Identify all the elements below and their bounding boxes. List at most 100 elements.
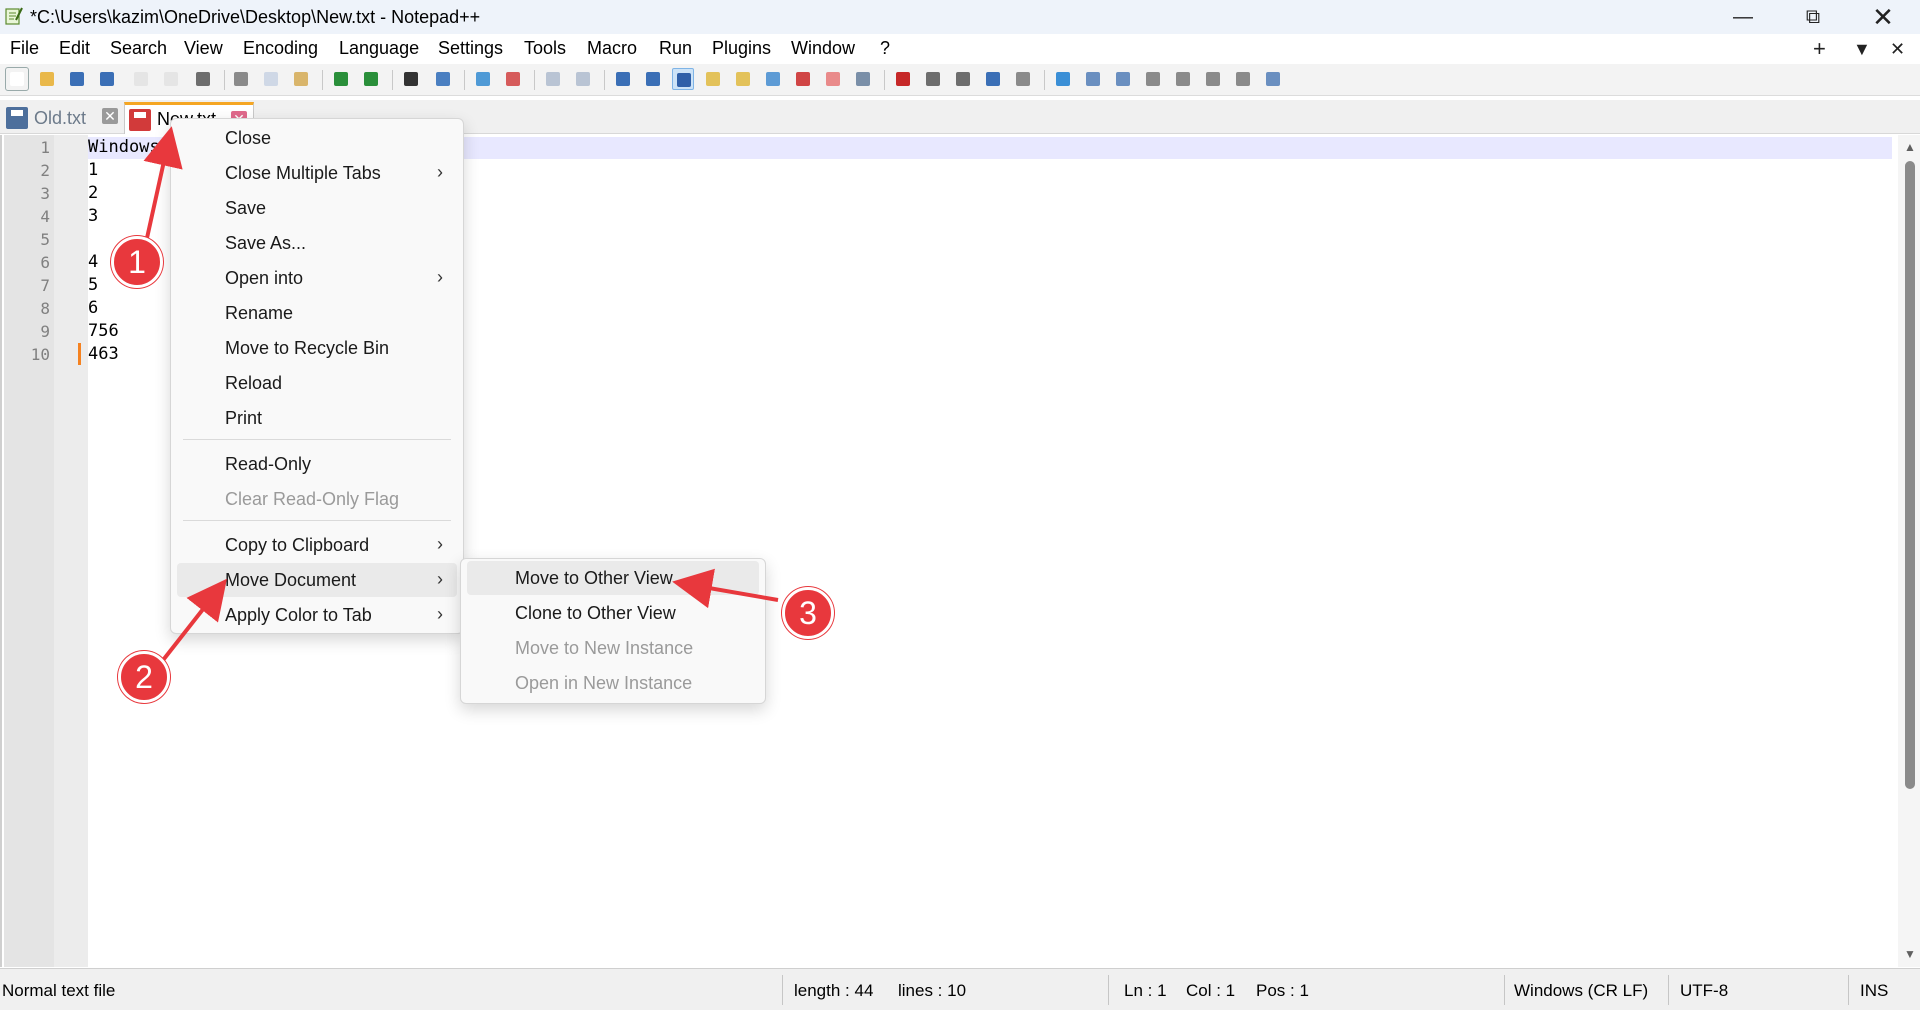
menu-item-read-only[interactable]: Read-Only xyxy=(177,447,457,481)
open-file-icon[interactable] xyxy=(36,68,58,90)
udl-icon[interactable] xyxy=(702,68,724,90)
move-up-icon[interactable] xyxy=(1172,68,1194,90)
menu-help[interactable]: ? xyxy=(880,38,890,59)
menu-item-clone-to-other-view[interactable]: Clone to Other View xyxy=(467,596,759,630)
toolbar xyxy=(0,64,1920,96)
menu-item-label: Open in New Instance xyxy=(515,673,693,693)
menu-item-open-into[interactable]: Open into › xyxy=(177,261,457,295)
text-line[interactable]: Windows xyxy=(88,137,160,157)
menu-encoding[interactable]: Encoding xyxy=(243,38,318,59)
menu-window[interactable]: Window xyxy=(791,38,855,59)
menu-plugins[interactable]: Plugins xyxy=(712,38,771,59)
close-all-icon[interactable] xyxy=(160,68,182,90)
close-file-icon[interactable] xyxy=(130,68,152,90)
text-line[interactable]: 5 xyxy=(88,275,98,295)
menu-item-apply-color-to-tab[interactable]: Apply Color to Tab › xyxy=(177,598,457,632)
cut-icon[interactable] xyxy=(230,68,252,90)
run-macro-multiple-icon[interactable] xyxy=(982,68,1004,90)
document-list-icon[interactable] xyxy=(762,68,784,90)
record-macro-icon[interactable] xyxy=(892,68,914,90)
vertical-scrollbar[interactable]: ▲ ▼ xyxy=(1898,135,1920,967)
menu-search[interactable]: Search xyxy=(110,38,167,59)
menu-item-label: Move to Other View xyxy=(515,568,673,588)
scroll-down-icon[interactable]: ▼ xyxy=(1904,947,1916,961)
menu-settings[interactable]: Settings xyxy=(438,38,503,59)
sync-horizontal-icon[interactable] xyxy=(572,68,594,90)
status-encoding[interactable]: UTF-8 xyxy=(1680,981,1728,1001)
menu-item-label: Move Document xyxy=(225,570,357,590)
sync-vertical-icon[interactable] xyxy=(542,68,564,90)
status-eol[interactable]: Windows (CR LF) xyxy=(1514,981,1648,1001)
line-number: 2 xyxy=(40,161,50,180)
menu-file[interactable]: File xyxy=(10,38,39,59)
text-line[interactable]: 6 xyxy=(88,298,98,318)
menu-macro[interactable]: Macro xyxy=(587,38,637,59)
move-down-icon[interactable] xyxy=(1202,68,1224,90)
menu-item-close-multiple-tabs[interactable]: Close Multiple Tabs › xyxy=(177,156,457,190)
plugin-icon-2[interactable] xyxy=(1082,68,1104,90)
tab-old-txt[interactable]: Old.txt ✕ xyxy=(2,102,124,134)
text-line[interactable]: 4 xyxy=(88,252,98,272)
save-all-icon[interactable] xyxy=(96,68,118,90)
plugin-icon-5[interactable] xyxy=(1262,68,1284,90)
plugin-icon-4[interactable] xyxy=(1142,68,1164,90)
function-list-icon[interactable] xyxy=(792,68,814,90)
scrollbar-thumb[interactable] xyxy=(1905,161,1915,789)
plugin-icon-1[interactable] xyxy=(1052,68,1074,90)
stop-recording-icon[interactable] xyxy=(922,68,944,90)
paste-icon[interactable] xyxy=(290,68,312,90)
minimize-button[interactable]: — xyxy=(1708,0,1778,34)
tab-list-dropdown-icon[interactable]: ▼ xyxy=(1853,39,1871,60)
text-line[interactable]: 3 xyxy=(88,206,98,226)
text-line[interactable]: 2 xyxy=(88,183,98,203)
monitoring-icon[interactable] xyxy=(852,68,874,90)
menu-edit[interactable]: Edit xyxy=(59,38,90,59)
zoom-out-icon[interactable] xyxy=(502,68,524,90)
playback-macro-icon[interactable] xyxy=(952,68,974,90)
text-line[interactable]: 756 xyxy=(88,321,119,341)
menu-item-move-to-other-view[interactable]: Move to Other View xyxy=(467,561,759,595)
menu-run[interactable]: Run xyxy=(659,38,692,59)
tab-close-icon[interactable]: ✕ xyxy=(102,108,118,124)
menu-item-print[interactable]: Print xyxy=(177,401,457,435)
scroll-up-icon[interactable]: ▲ xyxy=(1904,140,1916,154)
document-map-icon[interactable] xyxy=(732,68,754,90)
close-document-icon[interactable]: ✕ xyxy=(1890,39,1905,60)
close-window-button[interactable]: ✕ xyxy=(1848,0,1918,34)
menu-language[interactable]: Language xyxy=(339,38,419,59)
menu-item-move-to-recycle-bin[interactable]: Move to Recycle Bin xyxy=(177,331,457,365)
sort-icon[interactable] xyxy=(1232,68,1254,90)
menu-item-rename[interactable]: Rename xyxy=(177,296,457,330)
new-file-icon[interactable] xyxy=(5,67,29,91)
restore-button[interactable]: ⧉ xyxy=(1778,0,1848,34)
menu-tools[interactable]: Tools xyxy=(524,38,566,59)
menu-item-copy-to-clipboard[interactable]: Copy to Clipboard › xyxy=(177,528,457,562)
plugin-icon-3[interactable] xyxy=(1112,68,1134,90)
word-wrap-icon[interactable] xyxy=(612,68,634,90)
menu-item-reload[interactable]: Reload xyxy=(177,366,457,400)
text-line[interactable]: 463 xyxy=(88,344,119,364)
add-tab-icon[interactable]: + xyxy=(1813,36,1826,62)
line-number: 3 xyxy=(40,184,50,203)
menu-item-save[interactable]: Save xyxy=(177,191,457,225)
menu-view[interactable]: View xyxy=(184,38,223,59)
folder-as-workspace-icon[interactable] xyxy=(822,68,844,90)
redo-icon[interactable] xyxy=(360,68,382,90)
menu-item-move-document[interactable]: Move Document › xyxy=(177,563,457,597)
replace-icon[interactable] xyxy=(432,68,454,90)
status-bar: Normal text file length : 44 lines : 10 … xyxy=(0,968,1920,1010)
menu-separator xyxy=(183,439,451,440)
print-icon[interactable] xyxy=(192,68,214,90)
zoom-in-icon[interactable] xyxy=(472,68,494,90)
find-icon[interactable] xyxy=(400,68,422,90)
show-all-characters-icon[interactable] xyxy=(642,68,664,90)
menu-item-close[interactable]: Close xyxy=(177,121,457,155)
undo-icon[interactable] xyxy=(330,68,352,90)
close-icon: ✕ xyxy=(1872,1,1894,32)
save-icon[interactable] xyxy=(66,68,88,90)
indent-guide-icon[interactable] xyxy=(672,68,694,90)
text-line[interactable]: 1 xyxy=(88,160,98,180)
copy-icon[interactable] xyxy=(260,68,282,90)
save-macro-icon[interactable] xyxy=(1012,68,1034,90)
menu-item-save-as[interactable]: Save As... xyxy=(177,226,457,260)
